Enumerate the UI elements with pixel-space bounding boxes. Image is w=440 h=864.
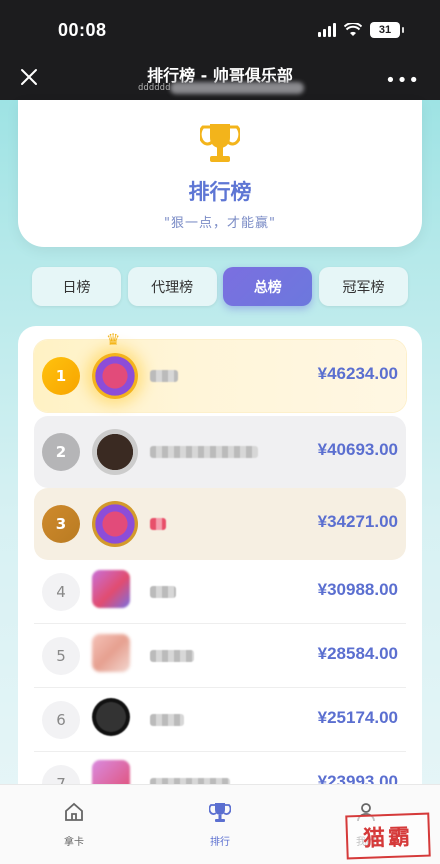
trophy-icon — [200, 124, 240, 162]
tab-total[interactable]: 总榜 — [223, 267, 313, 306]
leaderboard-row[interactable]: 6 ¥25174.00 — [34, 688, 406, 752]
user-name-redacted — [150, 714, 184, 726]
user-name-redacted — [150, 446, 258, 458]
leaderboard-row[interactable]: 5 ¥28584.00 — [34, 624, 406, 688]
nav-label: 拿卡 — [64, 837, 84, 848]
wifi-icon — [344, 23, 362, 36]
rank-badge: 4 — [42, 573, 80, 611]
page-subtitle: dddddd — [138, 83, 171, 93]
hero-card: 排行榜 "狠一点，才能赢" — [18, 100, 422, 247]
trophy-icon — [209, 803, 231, 822]
avatar — [92, 501, 138, 547]
tab-agent[interactable]: 代理榜 — [127, 267, 217, 306]
user-name-redacted — [150, 370, 178, 382]
rank-badge: 5 — [42, 637, 80, 675]
tab-champion[interactable]: 冠军榜 — [318, 267, 408, 306]
avatar — [92, 570, 130, 608]
status-bar: 00:08 31 — [0, 0, 440, 56]
avatar — [92, 353, 138, 399]
avatar — [92, 429, 138, 475]
more-icon[interactable]: ••• — [385, 70, 420, 91]
leaderboard-row[interactable]: 1 ♛ ¥46234.00 — [34, 330, 406, 412]
user-name-redacted — [150, 518, 166, 530]
ranking-tabs: 日榜 代理榜 总榜 冠军榜 — [32, 267, 408, 307]
leaderboard-row[interactable]: 2 ¥40693.00 — [34, 416, 406, 488]
hero-slogan: "狠一点，才能赢" — [164, 216, 276, 231]
home-icon — [65, 802, 83, 821]
avatar — [92, 698, 130, 736]
nav-label: 排行 — [210, 837, 230, 848]
battery-icon: 31 — [370, 22, 404, 38]
nav-item-card[interactable]: 拿卡 — [34, 801, 114, 848]
leaderboard-row[interactable]: 3 ¥34271.00 — [34, 488, 406, 560]
rank-badge: 1 — [42, 357, 80, 395]
amount: ¥40693.00 — [317, 440, 398, 459]
amount: ¥28584.00 — [317, 644, 398, 663]
hero-title: 排行榜 — [188, 180, 252, 204]
status-time: 00:08 — [58, 20, 107, 40]
tab-daily[interactable]: 日榜 — [32, 267, 121, 306]
title-bar: 排行榜 - 帅哥俱乐部 dddddd ••• — [0, 56, 440, 100]
avatar — [92, 634, 130, 672]
rank-badge: 2 — [42, 433, 80, 471]
rank-badge: 6 — [42, 701, 80, 739]
user-name-redacted — [150, 650, 194, 662]
user-name-redacted — [150, 586, 176, 598]
amount: ¥30988.00 — [317, 580, 398, 599]
leaderboard-row[interactable]: 4 ¥30988.00 — [34, 560, 406, 624]
signal-icon — [318, 23, 336, 37]
amount: ¥25174.00 — [317, 708, 398, 727]
status-icons: 31 — [318, 22, 404, 38]
subtitle-redacted — [170, 82, 304, 94]
amount: ¥46234.00 — [317, 364, 398, 383]
crown-icon: ♛ — [106, 330, 121, 349]
watermark-stamp: 猫霸 — [345, 812, 431, 860]
rank-badge: 3 — [42, 505, 80, 543]
amount: ¥34271.00 — [317, 512, 398, 531]
nav-item-ranking[interactable]: 排行 — [180, 801, 260, 848]
